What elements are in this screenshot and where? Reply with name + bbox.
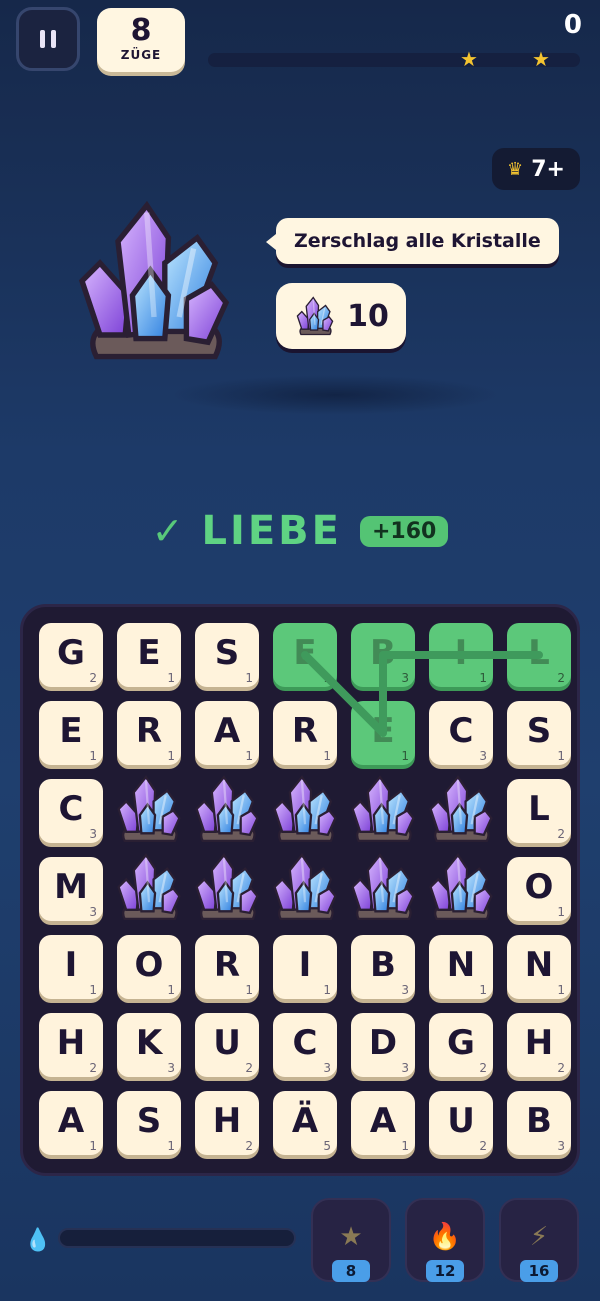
score: 0 bbox=[563, 10, 582, 40]
selection-path bbox=[301, 651, 543, 737]
moves-label: ZÜGE bbox=[120, 48, 162, 62]
water-drop-icon: 💧 bbox=[24, 1228, 52, 1253]
goal-description: Zerschlag alle Kristalle bbox=[266, 218, 559, 264]
goal-shadow bbox=[170, 375, 500, 415]
star-icon: ★ bbox=[532, 47, 550, 71]
energy-bar bbox=[58, 1228, 296, 1248]
goal-crystal-icon bbox=[64, 176, 244, 386]
level-label: 7+ bbox=[531, 156, 565, 182]
fire-icon: 🔥 bbox=[428, 1222, 462, 1252]
booster-count: 16 bbox=[520, 1260, 558, 1282]
score-progress-bar: ★ ★ bbox=[208, 49, 580, 69]
booster-count: 12 bbox=[426, 1260, 464, 1282]
checkmark-icon: ✓ bbox=[151, 509, 184, 553]
found-word-banner: ✓ LIEBE +160 bbox=[0, 508, 600, 554]
booster-count: 8 bbox=[332, 1260, 370, 1282]
star-icon: ★ bbox=[339, 1222, 363, 1252]
pause-button[interactable] bbox=[16, 7, 80, 71]
booster-lightning-button[interactable]: ⚡ 16 bbox=[499, 1198, 579, 1282]
star-icon: ★ bbox=[460, 47, 478, 71]
booster-fire-button[interactable]: 🔥 12 bbox=[405, 1198, 485, 1282]
moves-count: 8 bbox=[130, 13, 152, 48]
letter-board: G2E1S1E1B3I1L2E1R1A1R1E1C3S1C3L2M3O1I1O1… bbox=[20, 604, 580, 1176]
pause-icon bbox=[40, 30, 45, 48]
goal-text: Zerschlag alle Kristalle bbox=[294, 230, 541, 252]
moves-counter: 8 ZÜGE bbox=[97, 8, 185, 72]
booster-star-button[interactable]: ★ 8 bbox=[311, 1198, 391, 1282]
level-badge[interactable]: ♛ 7+ bbox=[492, 148, 580, 190]
crown-icon: ♛ bbox=[507, 158, 524, 180]
lightning-icon: ⚡ bbox=[529, 1222, 549, 1252]
found-word-points: +160 bbox=[360, 515, 449, 547]
crystal-icon bbox=[296, 296, 334, 336]
goal-counter: 10 bbox=[276, 283, 406, 349]
found-word: LIEBE bbox=[201, 508, 342, 554]
goal-count: 10 bbox=[347, 298, 389, 334]
